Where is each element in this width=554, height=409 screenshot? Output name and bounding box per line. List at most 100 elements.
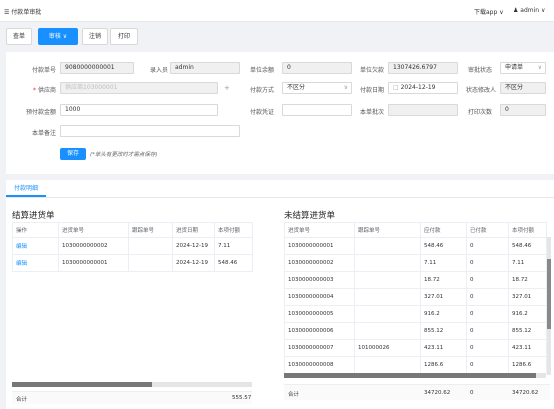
save-button[interactable]: 保存 bbox=[60, 148, 86, 160]
supplier-field[interactable]: 供应商103000001 bbox=[60, 82, 218, 94]
sum-label: 合计 bbox=[16, 397, 28, 403]
status-value: 申请单 bbox=[505, 64, 524, 71]
unsettled-title: 未结算进货单 bbox=[284, 211, 336, 221]
add-supplier-icon[interactable]: + bbox=[224, 84, 230, 92]
table-cell: 1030000000004 bbox=[284, 288, 355, 306]
table-row[interactable]: 1030000000007 101000026 423.11 0 423.11 bbox=[284, 339, 547, 357]
settled-title: 结算进货单 bbox=[12, 211, 55, 221]
scroll-thumb[interactable] bbox=[284, 373, 536, 378]
table-cell: 327.01 bbox=[508, 288, 547, 306]
table-header: 进货单号 跟踪单号 应付款 已付款 本项付额 bbox=[284, 222, 547, 238]
table-cell: 0 bbox=[466, 254, 509, 272]
debt-label: 单位欠款 bbox=[359, 67, 384, 74]
table-row[interactable]: 1030000000008 1286.6 0 1286.6 bbox=[284, 356, 547, 374]
remark-field[interactable] bbox=[60, 125, 240, 137]
column-header: 应付款 bbox=[420, 222, 467, 238]
table-row[interactable]: 1030000000001 548.46 0 548.46 bbox=[284, 237, 547, 255]
pay-method-value: 不区分 bbox=[287, 84, 306, 91]
unsettled-sum-row: 合计 34720.62 0 34720.62 bbox=[284, 384, 550, 400]
sum-value: 555.57 bbox=[232, 395, 252, 401]
table-row[interactable]: 1030000000004 327.01 0 327.01 bbox=[284, 288, 547, 306]
scroll-thumb[interactable] bbox=[547, 259, 551, 329]
unsettled-h-scrollbar[interactable] bbox=[284, 373, 546, 378]
voucher-field[interactable] bbox=[282, 104, 352, 116]
table-cell: 18.72 bbox=[508, 271, 547, 289]
status-select[interactable]: 申请单 ∨ bbox=[500, 62, 546, 74]
table-cell: 1030000000001 bbox=[58, 254, 129, 272]
table-cell: 855.12 bbox=[420, 322, 467, 340]
table-cell: 0 bbox=[466, 305, 509, 323]
supplier-label: * 供应商 bbox=[32, 87, 56, 94]
column-header: 跟踪单号 bbox=[354, 222, 421, 238]
tab-payment-detail[interactable]: 付款明细 bbox=[6, 180, 46, 197]
table-cell: 916.2 bbox=[508, 305, 547, 323]
column-header: 已付款 bbox=[466, 222, 509, 238]
save-hint: (*单头有更改时才需点保存) bbox=[90, 152, 158, 158]
toolbar: 查单 审核 ∨ 注销 打印 bbox=[6, 28, 554, 47]
print-button[interactable]: 打印 bbox=[110, 28, 138, 45]
settled-table: 操作 进货单号 跟踪单号 进货日期 本项付额 编辑 1030000000002 2024-1… bbox=[12, 222, 253, 272]
settled-sum-row: 合计 555.57 bbox=[12, 391, 252, 404]
audit-button[interactable]: 审核 ∨ bbox=[38, 28, 78, 45]
table-cell: 1030000000006 bbox=[284, 322, 355, 340]
order-no-label: 付款单号 bbox=[31, 67, 56, 74]
scroll-thumb[interactable] bbox=[12, 382, 152, 387]
table-cell: 0 bbox=[466, 271, 509, 289]
edit-link[interactable]: 编辑 bbox=[12, 237, 59, 255]
table-row[interactable]: 编辑 1030000000002 2024-12-19 7.11 bbox=[12, 237, 253, 255]
table-cell: 1030000000002 bbox=[284, 254, 355, 272]
sum-paid: 0 bbox=[470, 390, 474, 396]
page-title: ☰ 付款单审批 bbox=[4, 9, 42, 16]
balance-field: 0 bbox=[282, 62, 352, 74]
column-header: 进货单号 bbox=[58, 222, 129, 238]
top-bar: ☰ 付款单审批 下载app ∨ ♟ admin ∨ bbox=[0, 0, 554, 22]
pay-date-value: 2024-12-19 bbox=[400, 84, 436, 91]
edit-link[interactable]: 编辑 bbox=[12, 254, 59, 272]
column-header: 操作 bbox=[12, 222, 59, 238]
pay-date-field[interactable]: □ 2024-12-19 bbox=[388, 82, 458, 94]
column-header: 跟踪单号 bbox=[128, 222, 173, 238]
table-row[interactable]: 1030000000002 7.11 0 7.11 bbox=[284, 254, 547, 272]
table-cell: 2024-12-19 bbox=[172, 237, 215, 255]
entry-label: 录入员 bbox=[149, 67, 168, 74]
detail-panel: 付款明细 结算进货单 操作 进货单号 跟踪单号 进货日期 本项付额 编辑 10300000… bbox=[6, 180, 554, 409]
table-cell bbox=[354, 254, 421, 272]
table-cell: 0 bbox=[466, 339, 509, 357]
column-header: 本项付额 bbox=[508, 222, 547, 238]
user-menu[interactable]: ♟ admin ∨ bbox=[513, 7, 545, 14]
table-cell: 1030000000001 bbox=[284, 237, 355, 255]
table-cell bbox=[128, 254, 173, 272]
tab-divider bbox=[6, 197, 554, 198]
table-cell: 423.11 bbox=[420, 339, 467, 357]
unsettled-v-scrollbar[interactable] bbox=[547, 237, 551, 375]
prepay-field[interactable]: 1000 bbox=[60, 104, 218, 116]
table-cell: 1030000000005 bbox=[284, 305, 355, 323]
modifier-label: 状态修改人 bbox=[465, 87, 496, 94]
list-button[interactable]: 查单 bbox=[6, 28, 32, 45]
balance-label: 单位余额 bbox=[249, 67, 274, 74]
table-cell bbox=[354, 271, 421, 289]
cancel-button[interactable]: 注销 bbox=[82, 28, 108, 45]
table-row[interactable]: 1030000000003 18.72 0 18.72 bbox=[284, 271, 547, 289]
modifier-field: 不区分 bbox=[500, 82, 546, 94]
voucher-label: 付款凭证 bbox=[249, 109, 274, 116]
table-row[interactable]: 1030000000006 855.12 0 855.12 bbox=[284, 322, 547, 340]
order-form: 付款单号 9080000000001 录入员 admin 单位余额 0 单位欠款… bbox=[6, 52, 554, 174]
table-cell: 0 bbox=[466, 322, 509, 340]
table-row[interactable]: 编辑 1030000000001 2024-12-19 548.46 bbox=[12, 254, 253, 272]
table-cell: 7.11 bbox=[214, 237, 253, 255]
sum-due: 34720.62 bbox=[424, 390, 451, 396]
settled-h-scrollbar[interactable] bbox=[12, 382, 252, 387]
pay-method-select[interactable]: 不区分 ∨ bbox=[282, 82, 352, 94]
download-app-link[interactable]: 下载app ∨ bbox=[474, 7, 504, 16]
order-no-field: 9080000000001 bbox=[60, 62, 134, 74]
table-row[interactable]: 1030000000005 916.2 0 916.2 bbox=[284, 305, 547, 323]
pay-date-label: 付款日期 bbox=[359, 87, 384, 94]
status-label: 审批状态 bbox=[467, 67, 492, 74]
table-cell: 548.46 bbox=[214, 254, 253, 272]
table-cell: 1030000000008 bbox=[284, 356, 355, 374]
entry-field: admin bbox=[170, 62, 240, 74]
table-cell: 855.12 bbox=[508, 322, 547, 340]
table-cell: 0 bbox=[466, 237, 509, 255]
table-cell bbox=[354, 305, 421, 323]
